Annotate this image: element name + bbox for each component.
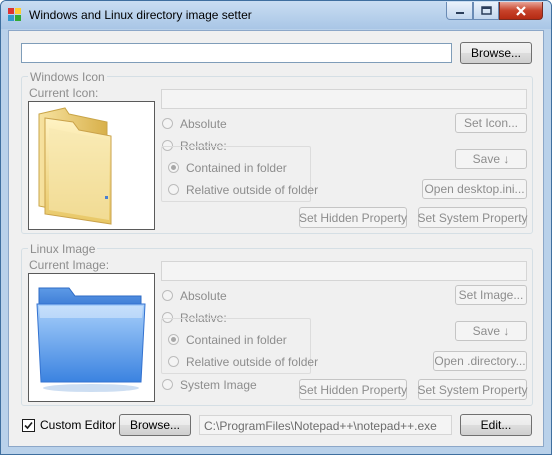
title-bar[interactable]: Windows and Linux directory image setter <box>1 1 551 29</box>
client-area: Browse... Windows Icon Current Icon: Abs… <box>8 30 544 447</box>
set-image-button[interactable]: Set Image... <box>455 285 527 305</box>
windows-save-button[interactable]: Save ↓ <box>455 149 527 169</box>
linux-absolute-label: Absolute <box>180 289 227 303</box>
close-button[interactable] <box>499 2 543 20</box>
current-image-preview <box>28 273 155 402</box>
edit-button[interactable]: Edit... <box>460 414 532 436</box>
set-icon-button[interactable]: Set Icon... <box>455 113 527 133</box>
windows-set-system-button[interactable]: Set System Property <box>417 207 528 228</box>
custom-editor-checkbox[interactable] <box>22 419 35 432</box>
linux-outside-label: Relative outside of folder <box>186 355 319 369</box>
directory-browse-button[interactable]: Browse... <box>460 42 532 64</box>
custom-editor-label: Custom Editor <box>40 418 117 432</box>
editor-browse-button[interactable]: Browse... <box>119 414 191 436</box>
windows-absolute-label: Absolute <box>180 117 227 131</box>
current-icon-label: Current Icon: <box>29 86 99 100</box>
windows-group-title: Windows Icon <box>28 70 107 84</box>
linux-folder-icon <box>36 287 146 392</box>
current-image-label: Current Image: <box>29 258 110 272</box>
editor-path-input[interactable]: C:\ProgramFiles\Notepad++\notepad++.exe <box>199 415 452 435</box>
linux-set-system-button[interactable]: Set System Property <box>417 379 528 400</box>
minimize-button[interactable] <box>446 2 473 20</box>
linux-outside-radio[interactable] <box>168 356 179 367</box>
windows-outside-radio[interactable] <box>168 184 179 195</box>
linux-save-button[interactable]: Save ↓ <box>455 321 527 341</box>
app-window: Windows and Linux directory image setter… <box>0 0 552 455</box>
windows-set-hidden-button[interactable]: Set Hidden Property <box>299 207 407 228</box>
windows-folder-icon <box>38 107 112 225</box>
open-desktop-ini-button[interactable]: Open desktop.ini... <box>422 179 527 199</box>
window-title: Windows and Linux directory image setter <box>29 8 252 22</box>
maximize-icon <box>480 6 492 15</box>
linux-contained-label: Contained in folder <box>186 333 287 347</box>
checkmark-icon <box>24 421 33 430</box>
windows-contained-label: Contained in folder <box>186 161 287 175</box>
linux-group-title: Linux Image <box>28 242 98 256</box>
linux-contained-radio[interactable] <box>168 334 179 345</box>
linux-absolute-radio[interactable] <box>162 290 173 301</box>
open-directory-button[interactable]: Open .directory... <box>433 351 527 371</box>
linux-image-path-input[interactable] <box>161 261 527 281</box>
maximize-button[interactable] <box>473 2 499 20</box>
windows-outside-label: Relative outside of folder <box>186 183 319 197</box>
directory-path-input[interactable] <box>21 43 452 63</box>
windows-contained-radio[interactable] <box>168 162 179 173</box>
linux-set-hidden-button[interactable]: Set Hidden Property <box>299 379 407 400</box>
linux-system-image-radio[interactable] <box>162 379 173 390</box>
app-icon <box>8 8 21 21</box>
close-icon <box>516 5 526 16</box>
current-icon-preview <box>28 101 155 230</box>
minimize-icon <box>455 11 464 14</box>
windows-icon-path-input[interactable] <box>161 89 527 109</box>
linux-system-image-label: System Image <box>180 378 257 392</box>
windows-absolute-radio[interactable] <box>162 118 173 129</box>
